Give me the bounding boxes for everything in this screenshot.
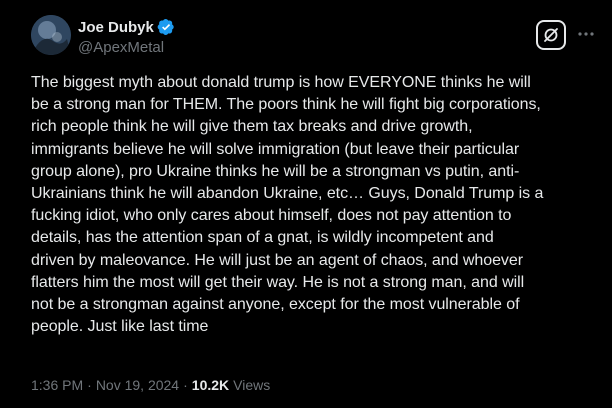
grok-button[interactable] [536, 20, 566, 50]
avatar[interactable] [31, 15, 71, 55]
views-count: 10.2K [191, 377, 230, 393]
post-text: The biggest myth about donald trump is h… [31, 74, 544, 336]
more-horizontal-icon [578, 32, 594, 36]
grok-slash-icon [544, 28, 558, 42]
post-meta: 1:36 PM · Nov 19, 2024 · 10.2K Views [31, 377, 270, 393]
post-time[interactable]: 1:36 PM [31, 377, 83, 393]
meta-separator: · [183, 377, 188, 393]
verified-badge-icon[interactable] [157, 18, 175, 36]
post-date[interactable]: Nov 19, 2024 [96, 377, 179, 393]
tweet-detail: Joe Dubyk @ApexMetal The biggest myth ab… [0, 0, 612, 408]
views-label: Views [233, 377, 271, 393]
more-options-button[interactable] [576, 24, 596, 44]
author-display-name[interactable]: Joe Dubyk [78, 19, 154, 36]
meta-separator: · [87, 377, 92, 393]
author-name-row[interactable]: Joe Dubyk [78, 17, 175, 37]
author-handle[interactable]: @ApexMetal [78, 39, 164, 56]
avatar-image [31, 15, 71, 55]
